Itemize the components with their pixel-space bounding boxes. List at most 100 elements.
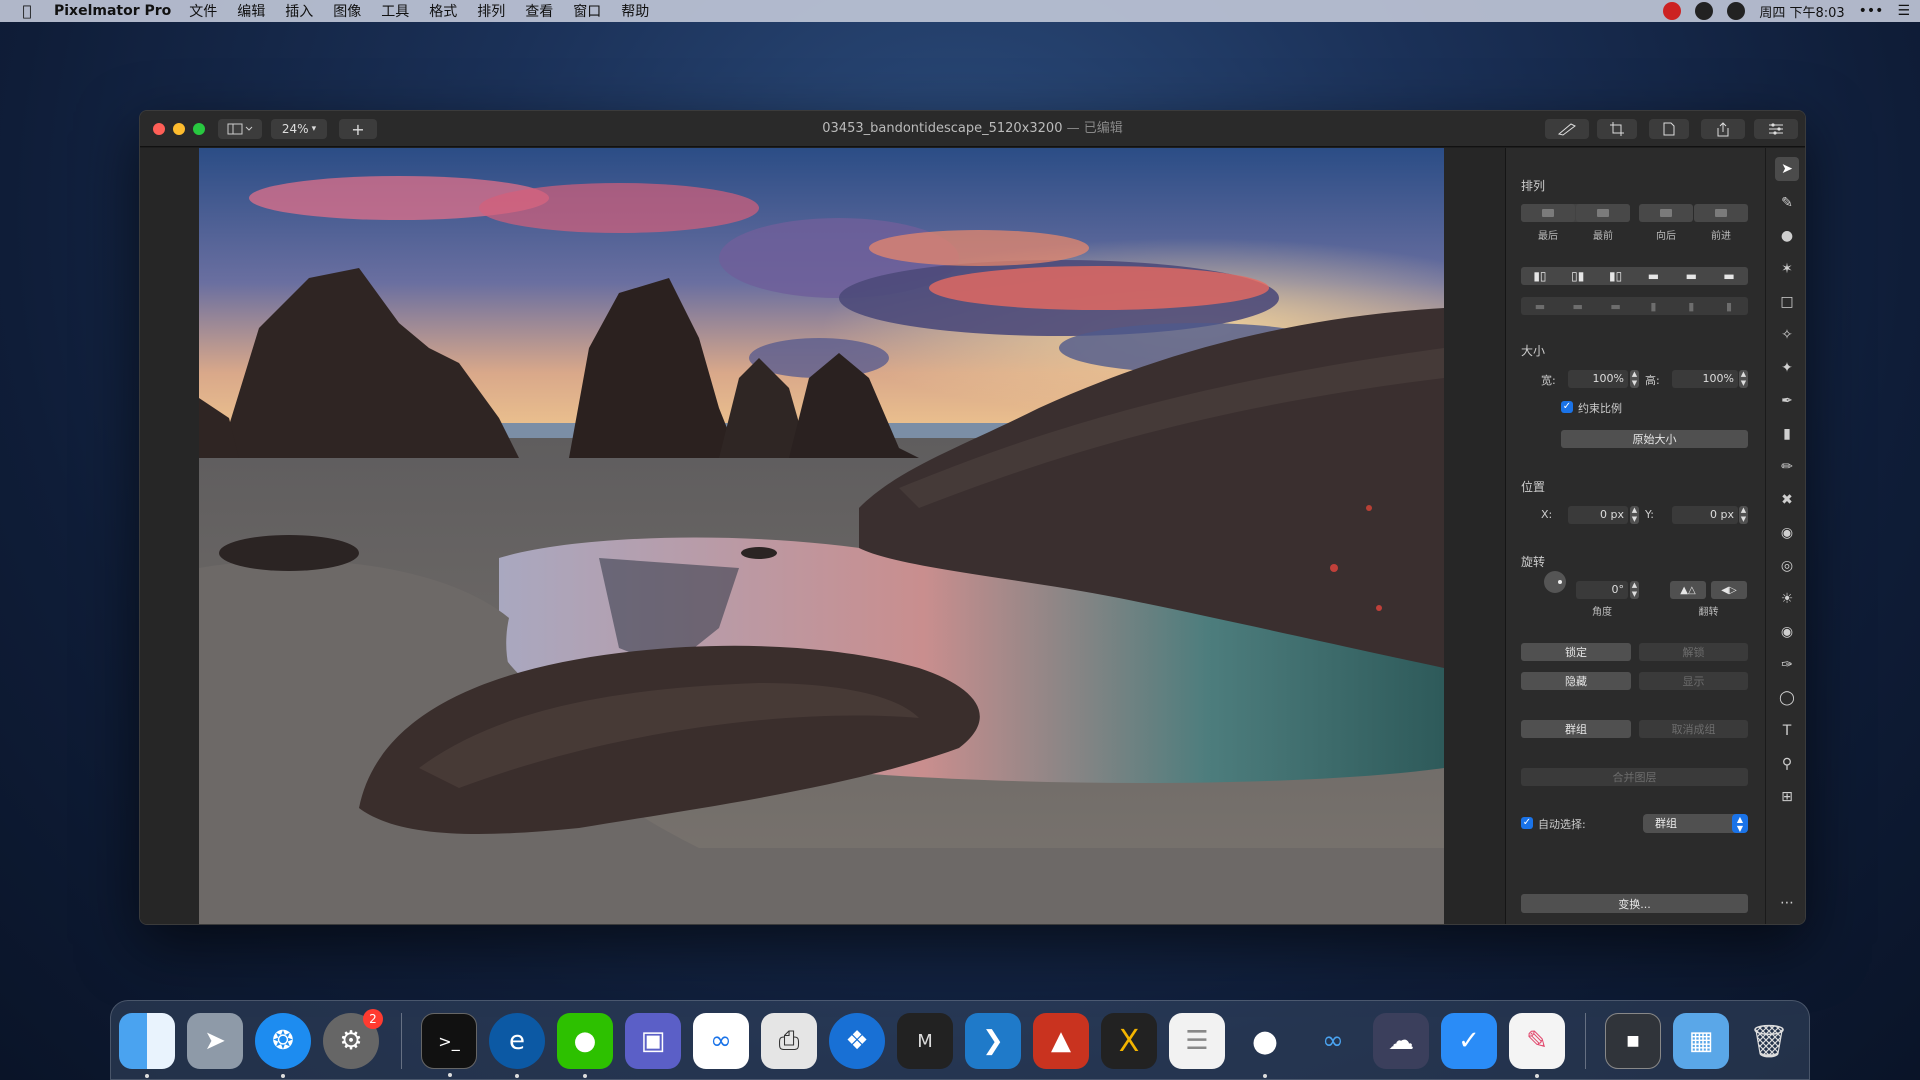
send-backward-button[interactable] xyxy=(1639,204,1693,222)
textedit-icon[interactable]: ☰ xyxy=(1169,1013,1225,1069)
flip-vertical-button[interactable]: ◀▷ xyxy=(1711,581,1747,599)
edge-icon[interactable]: e xyxy=(489,1013,545,1078)
align-middle-icon[interactable]: ▬ xyxy=(1672,269,1710,283)
feishu-icon[interactable]: ❖ xyxy=(829,1013,885,1069)
width-field[interactable]: 100% xyxy=(1568,370,1628,388)
merge-layers-button[interactable]: 合并图层 xyxy=(1521,768,1748,786)
close-button[interactable] xyxy=(153,123,165,135)
blur-icon[interactable]: ◎ xyxy=(1778,557,1796,575)
more-tools-icon[interactable]: ⋯ xyxy=(1778,894,1796,912)
sponge-icon[interactable]: ◉ xyxy=(1778,623,1796,641)
baidu-netdisk-icon[interactable]: ∞ xyxy=(693,1013,749,1069)
document-button[interactable] xyxy=(1649,119,1689,139)
auto-select-popup[interactable]: 群组 xyxy=(1643,814,1738,833)
lighten-icon[interactable]: ☀ xyxy=(1778,590,1796,608)
finder-icon[interactable] xyxy=(119,1013,175,1078)
style-tool-icon[interactable]: ✎ xyxy=(1778,194,1796,212)
magic-wand-icon[interactable]: ✦ xyxy=(1778,359,1796,377)
arrange-tool-icon[interactable]: ➤ xyxy=(1775,157,1799,181)
distribute-bottom-icon[interactable]: ▮ xyxy=(1710,300,1748,313)
y-stepper[interactable]: ▲ ▼ xyxy=(1739,506,1748,524)
retouch-icon[interactable]: ✖ xyxy=(1778,491,1796,509)
menu-tools[interactable]: 工具 xyxy=(381,1,409,21)
rocket-app-icon[interactable]: ▲ xyxy=(1033,1013,1089,1069)
width-stepper[interactable]: ▲ ▼ xyxy=(1630,370,1639,388)
apple-menu-icon[interactable]:  xyxy=(0,2,54,20)
distribute-center-icon[interactable]: ▬ xyxy=(1559,300,1597,313)
clone-icon[interactable]: ◉ xyxy=(1778,524,1796,542)
share-button[interactable] xyxy=(1701,119,1745,139)
sidebar-toggle-button[interactable] xyxy=(218,119,262,139)
y-field[interactable]: 0 px xyxy=(1672,506,1738,524)
menu-format[interactable]: 格式 xyxy=(429,1,457,21)
launchpad-icon[interactable]: ➤ xyxy=(187,1013,243,1069)
pen-icon[interactable]: ✑ xyxy=(1778,656,1796,674)
menu-insert[interactable]: 插入 xyxy=(285,1,313,21)
lock-button[interactable]: 锁定 xyxy=(1521,643,1631,661)
send-to-back-button[interactable] xyxy=(1521,204,1575,222)
lasso-icon[interactable]: ✧ xyxy=(1778,326,1796,344)
inspector-button[interactable] xyxy=(1754,119,1798,139)
ungroup-button[interactable]: 取消成组 xyxy=(1639,720,1748,738)
paint-bucket-icon[interactable]: ▮ xyxy=(1778,425,1796,443)
menu-file[interactable]: 文件 xyxy=(189,1,217,21)
bring-forward-button[interactable] xyxy=(1694,204,1748,222)
distribute-middle-icon[interactable]: ▮ xyxy=(1672,300,1710,313)
menu-window[interactable]: 窗口 xyxy=(573,1,601,21)
transform-button[interactable]: 变换... xyxy=(1521,894,1748,913)
printer-icon[interactable]: ⎙ xyxy=(761,1013,817,1069)
eraser-icon[interactable]: ✏ xyxy=(1778,458,1796,476)
activity-monitor-icon[interactable]: M xyxy=(897,1013,953,1069)
to-do-icon[interactable]: ✓ xyxy=(1441,1013,1497,1069)
height-stepper[interactable]: ▲ ▼ xyxy=(1739,370,1748,388)
constrain-proportions-checkbox[interactable]: ✓ xyxy=(1561,401,1573,413)
minimize-button[interactable] xyxy=(173,123,185,135)
vpn-icon[interactable] xyxy=(1695,2,1714,20)
menu-arrange[interactable]: 排列 xyxy=(477,1,505,21)
rotation-dial[interactable] xyxy=(1544,571,1566,593)
system-preferences-icon[interactable]: ⚙ 2 xyxy=(323,1009,383,1069)
zoom-popup[interactable]: 24% ▾ xyxy=(271,119,327,139)
clock[interactable]: 周四 下午8:03 xyxy=(1759,2,1844,21)
selection-icon[interactable]: □ xyxy=(1778,293,1796,311)
crop-button[interactable] xyxy=(1597,119,1637,139)
unlock-button[interactable]: 解锁 xyxy=(1639,643,1748,661)
trash-icon[interactable]: 🗑 xyxy=(1741,1013,1797,1069)
group-button[interactable]: 群组 xyxy=(1521,720,1631,738)
shape-icon[interactable]: ◯ xyxy=(1778,689,1796,707)
flip-horizontal-button[interactable]: ▲△ xyxy=(1670,581,1706,599)
downloads-folder-icon[interactable]: ▦ xyxy=(1673,1013,1729,1069)
app-menu[interactable]: Pixelmator Pro xyxy=(54,3,171,19)
paint-brush-icon[interactable]: ✒ xyxy=(1778,392,1796,410)
crop-tool-icon[interactable]: ⊞ xyxy=(1778,788,1796,806)
x-field[interactable]: 0 px xyxy=(1568,506,1628,524)
chat-app-icon[interactable]: ☁ xyxy=(1373,1013,1429,1069)
creative-cloud-icon[interactable] xyxy=(1663,2,1682,20)
align-top-icon[interactable]: ▬ xyxy=(1635,269,1673,283)
more-icon[interactable]: ••• xyxy=(1859,3,1884,19)
cloud-icon[interactable] xyxy=(1727,2,1746,20)
vscode-icon[interactable]: ❯ xyxy=(965,1013,1021,1069)
distribute-left-icon[interactable]: ▬ xyxy=(1521,300,1559,313)
type-icon[interactable]: T xyxy=(1778,722,1796,740)
menu-edit[interactable]: 编辑 xyxy=(237,1,265,21)
zoom-icon[interactable]: ⚲ xyxy=(1778,755,1796,773)
wechat-icon[interactable]: ● xyxy=(557,1013,613,1078)
show-button[interactable]: 显示 xyxy=(1639,672,1748,690)
terminal-icon[interactable]: >_ xyxy=(421,1013,477,1077)
original-size-button[interactable]: 原始大小 xyxy=(1561,430,1748,448)
canvas-area[interactable] xyxy=(140,148,1505,924)
archive-utility-icon[interactable]: ▣ xyxy=(625,1013,681,1069)
control-center-icon[interactable]: ☰ xyxy=(1897,3,1910,19)
landscape-photo[interactable] xyxy=(199,148,1444,924)
maximize-button[interactable] xyxy=(193,123,205,135)
qq-icon[interactable]: ● xyxy=(1237,1013,1293,1078)
effects-icon[interactable]: ✶ xyxy=(1778,260,1796,278)
hide-button[interactable]: 隐藏 xyxy=(1521,672,1631,690)
align-center-icon[interactable]: ▯▮ xyxy=(1559,269,1597,283)
align-left-icon[interactable]: ▮▯ xyxy=(1521,269,1559,283)
menu-view[interactable]: 查看 xyxy=(525,1,553,21)
angle-field[interactable]: 0° xyxy=(1576,581,1628,599)
x-app-icon[interactable]: X xyxy=(1101,1013,1157,1069)
bring-to-front-button[interactable] xyxy=(1576,204,1630,222)
